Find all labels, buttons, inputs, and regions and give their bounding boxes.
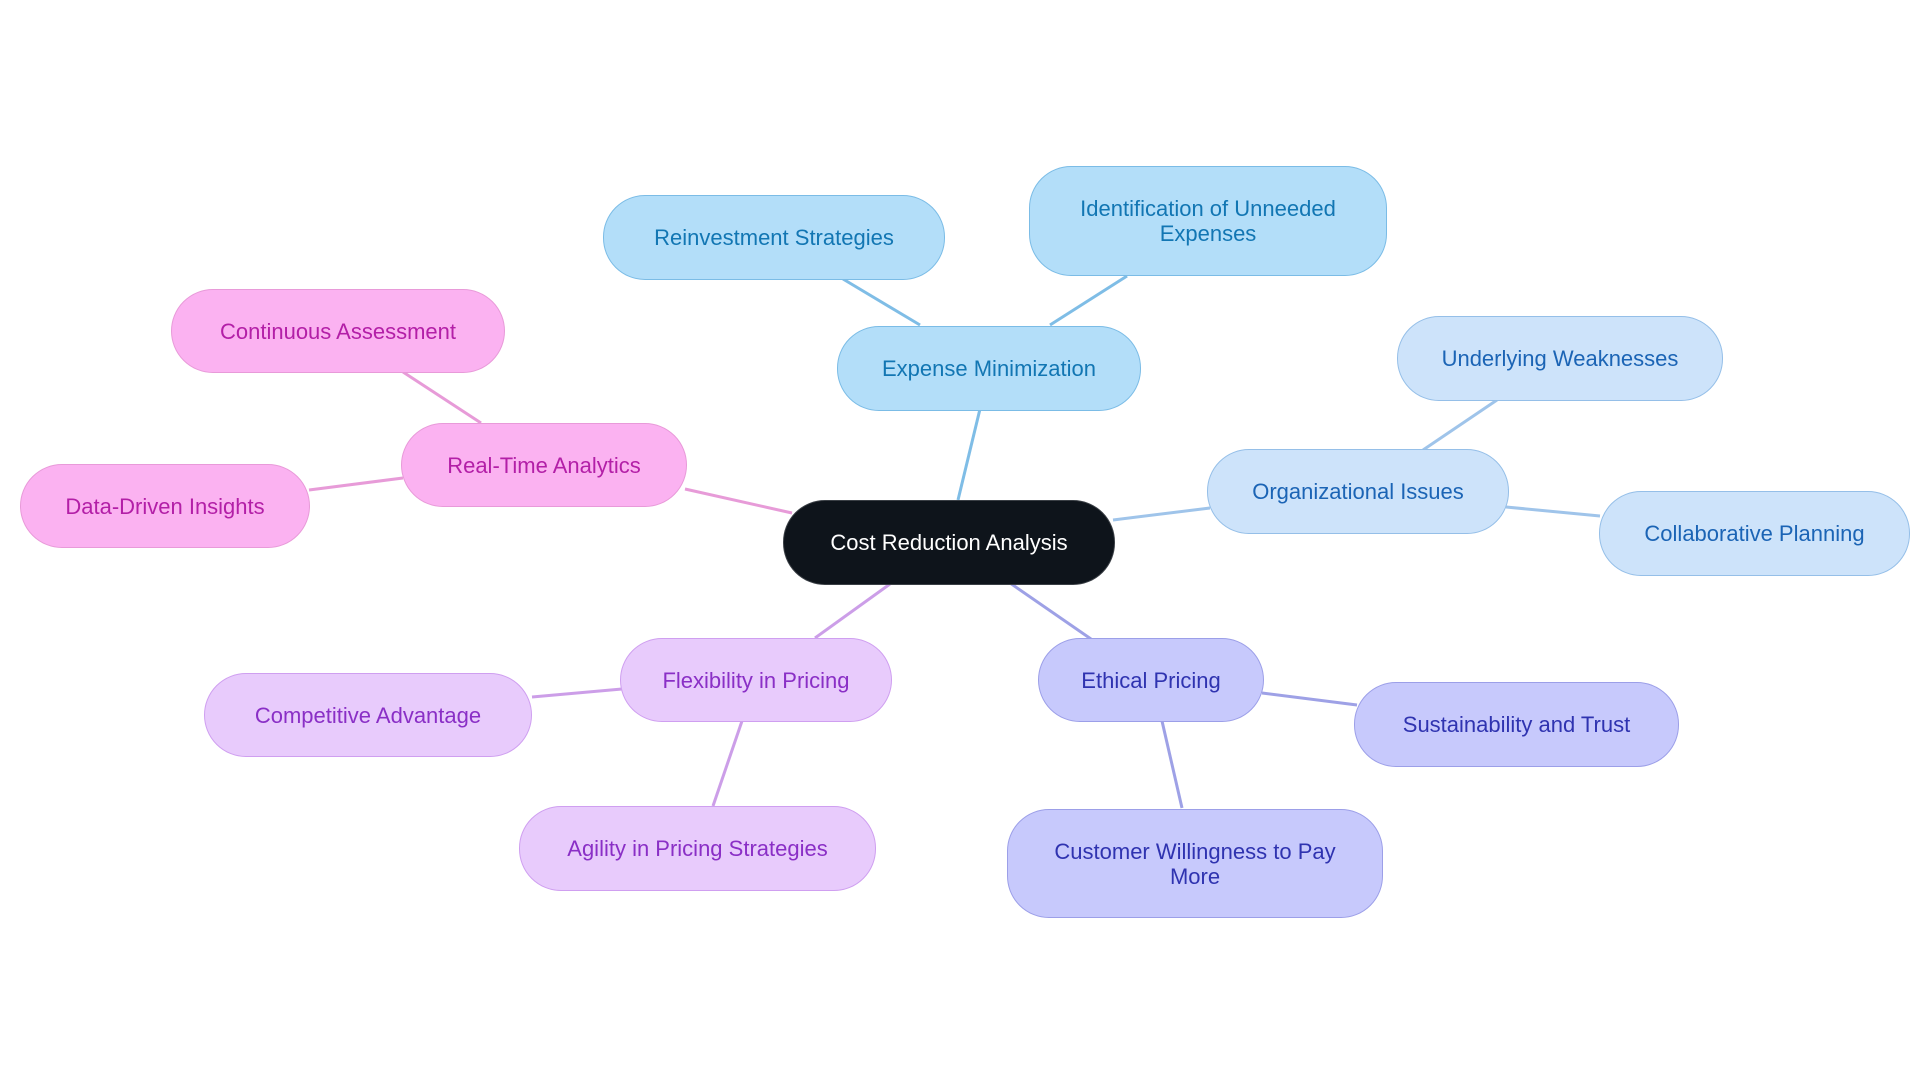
edge-root-ethical (1009, 581, 1092, 641)
node-organizational-issues[interactable]: Organizational Issues (1207, 449, 1509, 534)
edge-flex-compet (531, 687, 623, 699)
root-label: Cost Reduction Analysis (830, 530, 1068, 555)
edge-flex-agility (711, 720, 744, 807)
node-label: Customer Willingness to Pay More (1054, 838, 1336, 889)
node-label: Sustainability and Trust (1402, 712, 1631, 737)
edge-ethical-willing (1160, 720, 1184, 809)
node-label: Reinvestment Strategies (654, 225, 894, 250)
node-label: Data-Driven Insights (65, 493, 265, 519)
node-label: Ethical Pricing (1081, 667, 1221, 693)
node-label: Continuous Assessment (219, 318, 457, 344)
edge-rta-ddi (308, 476, 404, 492)
node-label: Organizational Issues (1252, 479, 1464, 504)
node-label: Identification of Unneeded Expenses (1080, 196, 1336, 246)
edge-root-rta (684, 487, 793, 515)
node-label: Agility in Pricing Strategies (567, 836, 828, 861)
node-competitive-advantage[interactable]: Competitive Advantage (204, 673, 532, 757)
node-sustainability-and-trust[interactable]: Sustainability and Trust (1354, 682, 1679, 767)
node-ethical-pricing[interactable]: Ethical Pricing (1038, 638, 1264, 722)
node-underlying-weaknesses[interactable]: Underlying Weaknesses (1397, 316, 1723, 401)
edge-expense-identify (1049, 274, 1128, 327)
node-customer-willingness-to-pay-more[interactable]: Customer Willingness to Pay More (1007, 809, 1383, 918)
edge-ethical-sustain (1261, 691, 1358, 707)
node-label: Underlying Weaknesses (1441, 346, 1679, 371)
edge-org-collab (1505, 505, 1601, 518)
node-label: Expense Minimization (882, 356, 1096, 381)
node-flexibility-in-pricing[interactable]: Flexibility in Pricing (620, 638, 892, 722)
node-reinvestment-strategies[interactable]: Reinvestment Strategies (603, 195, 945, 280)
node-label: Collaborative Planning (1644, 521, 1865, 546)
edge-rta-contin (402, 370, 482, 425)
node-continuous-assessment[interactable]: Continuous Assessment (171, 289, 505, 373)
edge-org-weak (1422, 398, 1498, 452)
mindmap-canvas: Cost Reduction Analysis Expense Minimiza… (0, 0, 1920, 1083)
node-data-driven-insights[interactable]: Data-Driven Insights (20, 464, 310, 548)
node-expense-minimization[interactable]: Expense Minimization (837, 326, 1141, 411)
node-identification-unneeded-expenses[interactable]: Identification of Unneeded Expenses (1029, 166, 1387, 276)
node-collaborative-planning[interactable]: Collaborative Planning (1599, 491, 1910, 576)
node-agility-in-pricing-strategies[interactable]: Agility in Pricing Strategies (519, 806, 876, 891)
node-label: Real-Time Analytics (447, 452, 641, 478)
node-label: Competitive Advantage (254, 702, 482, 728)
root-node[interactable]: Cost Reduction Analysis (783, 500, 1115, 585)
node-real-time-analytics[interactable]: Real-Time Analytics (401, 423, 687, 507)
edge-expense-reinvest (842, 277, 921, 327)
node-label: Flexibility in Pricing (662, 667, 850, 693)
edge-root-expense (956, 408, 982, 501)
edge-root-org (1112, 506, 1211, 522)
edge-root-flex (814, 582, 891, 640)
